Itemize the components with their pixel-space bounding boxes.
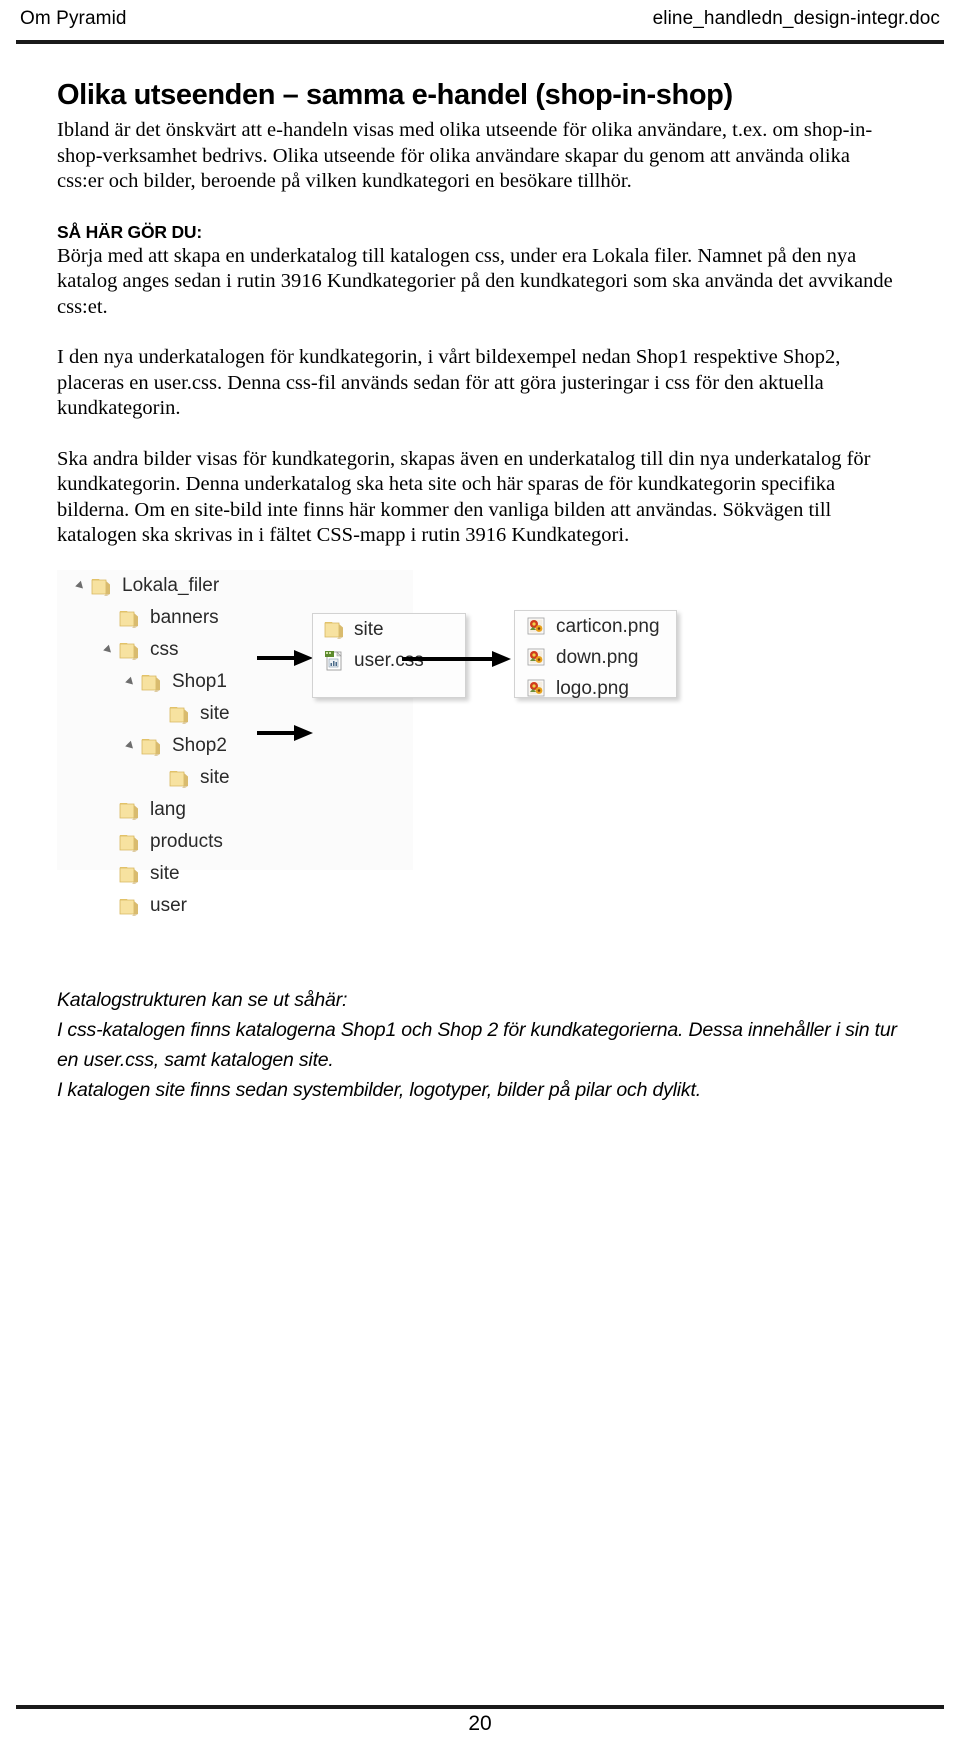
tree-item-label: Shop1 bbox=[172, 671, 227, 692]
figure-caption: Katalogstrukturen kan se ut såhär: I css… bbox=[57, 985, 897, 1105]
folder-icon bbox=[91, 576, 113, 596]
folder-icon bbox=[141, 736, 163, 756]
file-item-label: down.png bbox=[556, 646, 639, 668]
paragraph-2: I den nya underkatalogen för kundkategor… bbox=[57, 346, 841, 419]
expander-triangle-icon[interactable] bbox=[125, 675, 139, 689]
panel-file-row[interactable]: user.css bbox=[313, 645, 465, 676]
document-content: Olika utseenden – samma e-handel (shop-i… bbox=[57, 78, 895, 549]
tree-item-label: banners bbox=[150, 607, 219, 628]
tree-row[interactable]: site bbox=[57, 698, 413, 730]
file-item-label: user.css bbox=[354, 649, 424, 671]
image-file-icon bbox=[526, 678, 548, 699]
tree-row[interactable]: site bbox=[57, 762, 413, 794]
caption-line-3: en user.css, samt katalogen site. bbox=[57, 1049, 334, 1071]
tree-row[interactable]: lang bbox=[57, 794, 413, 826]
tree-item-label: Shop2 bbox=[172, 735, 227, 756]
tree-row[interactable]: Lokala_filer bbox=[57, 570, 413, 602]
panel-file-row[interactable]: logo.png bbox=[515, 673, 676, 704]
caption-line-4: I katalogen site finns sedan systembilde… bbox=[57, 1079, 701, 1101]
shop-folder-contents-panel: site user.css bbox=[312, 613, 466, 698]
image-file-icon bbox=[526, 616, 548, 637]
folder-icon bbox=[119, 640, 141, 660]
page-number: 20 bbox=[468, 1712, 492, 1735]
folder-icon bbox=[169, 768, 191, 788]
expander-triangle-icon[interactable] bbox=[75, 579, 89, 593]
folder-icon bbox=[119, 608, 141, 628]
intro-paragraph: Ibland är det önskvärt att e-handeln vis… bbox=[57, 119, 873, 192]
header-right-filename: eline_handledn_design-integr.doc bbox=[652, 8, 940, 29]
site-images-panel: carticon.png down.png logo.png bbox=[514, 610, 677, 698]
tree-row[interactable]: site bbox=[57, 858, 413, 890]
tree-row[interactable]: products bbox=[57, 826, 413, 858]
header-divider bbox=[16, 40, 944, 44]
page-title: Olika utseenden – samma e-handel (shop-i… bbox=[57, 79, 733, 111]
tree-item-label: Lokala_filer bbox=[122, 575, 220, 596]
expander-triangle-icon[interactable] bbox=[125, 739, 139, 753]
tree-row[interactable]: user bbox=[57, 890, 413, 922]
panel-file-row[interactable]: carticon.png bbox=[515, 611, 676, 642]
tree-item-label: products bbox=[150, 831, 223, 852]
howto-heading: SÅ HÄR GÖR DU: bbox=[57, 221, 202, 242]
file-item-label: logo.png bbox=[556, 677, 629, 699]
file-item-label: site bbox=[354, 618, 384, 640]
folder-icon bbox=[119, 864, 141, 884]
tree-item-label: site bbox=[200, 767, 230, 788]
folder-icon bbox=[324, 619, 346, 640]
header-left-title: Om Pyramid bbox=[20, 8, 127, 29]
howto-paragraph: Börja med att skapa en underkatalog till… bbox=[57, 244, 893, 318]
folder-icon bbox=[119, 832, 141, 852]
expander-triangle-icon[interactable] bbox=[103, 643, 117, 657]
folder-icon bbox=[119, 896, 141, 916]
tree-row[interactable]: Shop2 bbox=[57, 730, 413, 762]
paragraph-3: Ska andra bilder visas för kundkategorin… bbox=[57, 447, 871, 547]
panel-file-row[interactable]: down.png bbox=[515, 642, 676, 673]
folder-structure-figure: Lokala_filerbanners css Shop1 site Shop2 site… bbox=[57, 570, 677, 916]
document-page: Om Pyramid eline_handledn_design-integr.… bbox=[0, 0, 960, 1754]
tree-item-label: css bbox=[150, 639, 179, 660]
image-file-icon bbox=[526, 647, 548, 668]
footer-divider bbox=[16, 1705, 944, 1709]
tree-item-label: user bbox=[150, 895, 187, 916]
tree-item-label: site bbox=[150, 863, 180, 884]
caption-line-2: I css-katalogen finns katalogerna Shop1 … bbox=[57, 1019, 897, 1041]
file-item-label: carticon.png bbox=[556, 615, 660, 637]
folder-icon bbox=[141, 672, 163, 692]
folder-icon bbox=[119, 800, 141, 820]
tree-item-label: site bbox=[200, 703, 230, 724]
panel-file-row[interactable]: site bbox=[313, 614, 465, 645]
caption-line-1: Katalogstrukturen kan se ut såhär: bbox=[57, 989, 348, 1011]
folder-icon bbox=[169, 704, 191, 724]
tree-item-label: lang bbox=[150, 799, 186, 820]
css-file-icon bbox=[324, 650, 346, 671]
